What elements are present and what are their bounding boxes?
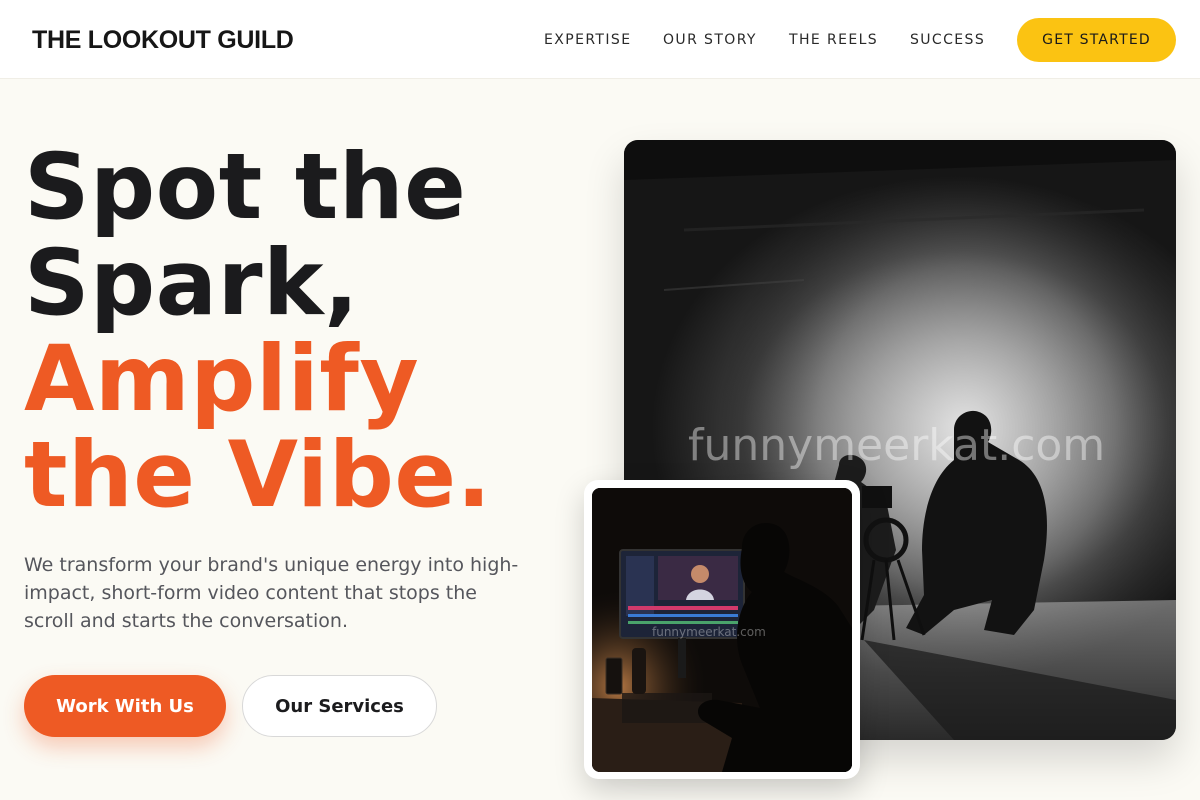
site-header: THE LOOKOUT GUILD EXPERTISE OUR STORY TH… [0,0,1200,79]
headline-line-1: Spot the [24,135,467,240]
hero-subcopy: We transform your brand's unique energy … [24,554,519,632]
headline-line-3: Amplify [24,327,420,432]
get-started-button[interactable]: GET STARTED [1017,18,1176,62]
nav-link-our-story[interactable]: OUR STORY [663,32,757,48]
nav-link-expertise[interactable]: EXPERTISE [544,32,631,48]
brand-logo[interactable]: THE LOOKOUT GUILD [32,26,294,55]
nav-link-success[interactable]: SUCCESS [910,32,985,48]
hero-headline: Spot the Spark, Amplify the Vibe. [24,140,584,524]
headline-line-4: the Vibe. [24,423,492,528]
small-image-watermark: funnymeerkat.com [652,625,766,639]
nav-link-the-reels[interactable]: THE REELS [789,32,878,48]
main-image-watermark: funnymeerkat.com [688,420,1106,471]
work-with-us-button[interactable]: Work With Us [24,675,226,737]
editor-photo-card: funnymeerkat.com [584,480,860,779]
headline-line-2: Spark, [24,231,360,336]
our-services-button[interactable]: Our Services [242,675,437,737]
